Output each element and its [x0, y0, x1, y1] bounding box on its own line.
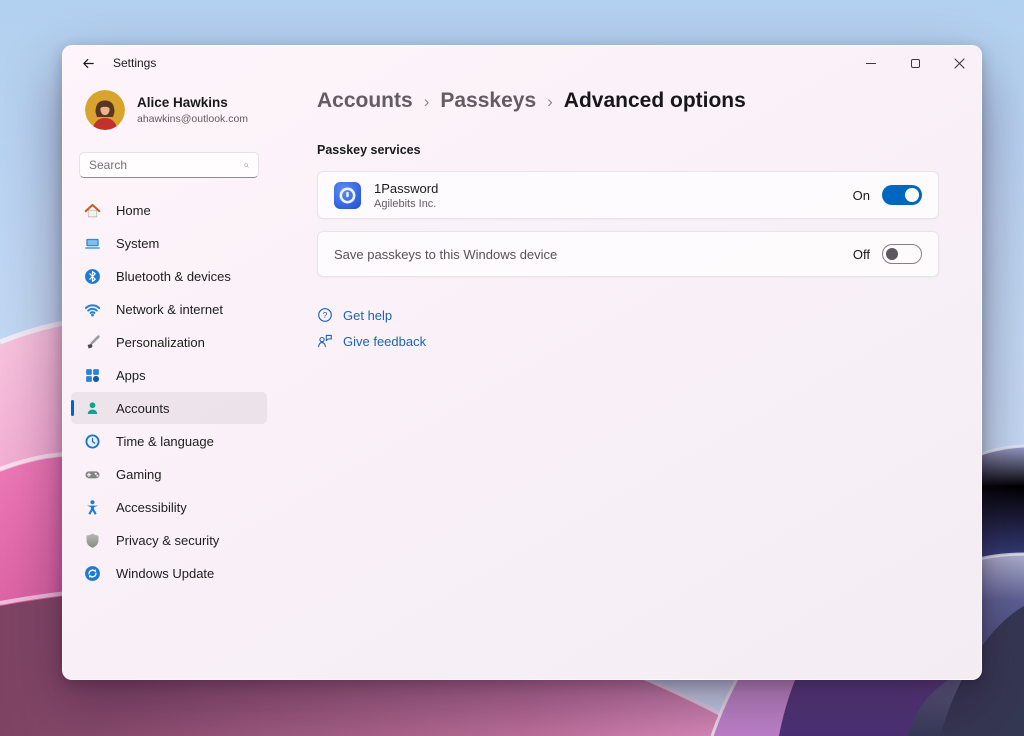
sidebar-item-apps[interactable]: Apps: [71, 359, 267, 391]
user-profile[interactable]: Alice Hawkins ahawkins@outlook.com: [85, 90, 248, 130]
search-input[interactable]: [89, 158, 244, 172]
provider-text: 1Password Agilebits Inc.: [374, 181, 438, 210]
sidebar-item-network-internet[interactable]: Network & internet: [71, 293, 267, 325]
help-icon: ?: [317, 307, 333, 323]
profile-email: ahawkins@outlook.com: [137, 113, 248, 125]
sidebar-item-home[interactable]: Home: [71, 194, 267, 226]
privacy-icon: [84, 532, 101, 549]
sidebar-item-label: Bluetooth & devices: [116, 269, 231, 284]
chevron-right-icon: ›: [547, 90, 553, 112]
apps-icon: [84, 367, 101, 384]
chevron-right-icon: ›: [424, 90, 430, 112]
sidebar-item-label: System: [116, 236, 159, 251]
sidebar-item-accessibility[interactable]: Accessibility: [71, 491, 267, 523]
get-help-label: Get help: [343, 308, 392, 323]
search-icon[interactable]: [244, 159, 249, 172]
toggle-knob: [905, 188, 919, 202]
time-language-icon: [84, 433, 101, 450]
main-content: Accounts › Passkeys › Advanced options P…: [317, 46, 939, 354]
breadcrumb-accounts[interactable]: Accounts: [317, 89, 413, 113]
close-button[interactable]: [937, 46, 981, 80]
save-toggle-state-label: Off: [853, 247, 870, 262]
provider-toggle-state-label: On: [853, 188, 870, 203]
personalization-icon: [84, 334, 101, 351]
avatar: [85, 90, 125, 130]
home-icon: [84, 202, 101, 219]
breadcrumb: Accounts › Passkeys › Advanced options: [317, 89, 939, 113]
network-icon: [84, 301, 101, 318]
give-feedback-label: Give feedback: [343, 334, 426, 349]
help-links: ? Get help Give feedback: [317, 302, 939, 354]
sidebar-item-label: Home: [116, 203, 151, 218]
close-icon: [954, 58, 965, 69]
get-help-link[interactable]: ? Get help: [317, 302, 939, 328]
sidebar-item-label: Apps: [116, 368, 146, 383]
save-passkeys-toggle[interactable]: [882, 244, 922, 264]
toggle-knob: [886, 248, 898, 260]
sidebar-item-privacy-security[interactable]: Privacy & security: [71, 524, 267, 556]
sidebar-item-label: Gaming: [116, 467, 162, 482]
search-box: [79, 152, 259, 178]
profile-text: Alice Hawkins ahawkins@outlook.com: [137, 95, 248, 125]
sidebar-item-windows-update[interactable]: Windows Update: [71, 557, 267, 589]
desktop: Settings: [0, 0, 1024, 736]
save-passkeys-row: Save passkeys to this Windows device Off: [317, 231, 939, 277]
sidebar-item-label: Accessibility: [116, 500, 187, 515]
provider-publisher: Agilebits Inc.: [374, 198, 438, 210]
breadcrumb-passkeys[interactable]: Passkeys: [440, 89, 536, 113]
back-arrow-icon: [81, 56, 96, 71]
section-label: Passkey services: [317, 143, 939, 157]
accounts-icon: [84, 400, 101, 417]
sidebar-item-time-language[interactable]: Time & language: [71, 425, 267, 457]
system-icon: [84, 235, 101, 252]
back-button[interactable]: [73, 51, 103, 75]
sidebar-item-label: Time & language: [116, 434, 214, 449]
sidebar-nav: Home System: [71, 194, 267, 590]
window-title: Settings: [113, 56, 156, 70]
passkey-provider-row: 1Password Agilebits Inc. On: [317, 171, 939, 219]
sidebar-item-label: Windows Update: [116, 566, 214, 581]
sidebar-item-gaming[interactable]: Gaming: [71, 458, 267, 490]
sidebar-item-bluetooth-devices[interactable]: Bluetooth & devices: [71, 260, 267, 292]
accessibility-icon: [84, 499, 101, 516]
1password-app-icon: [334, 182, 361, 209]
page-title: Advanced options: [564, 89, 746, 113]
sidebar-item-system[interactable]: System: [71, 227, 267, 259]
bluetooth-icon: [84, 268, 101, 285]
profile-name: Alice Hawkins: [137, 95, 248, 110]
sidebar-item-accounts[interactable]: Accounts: [71, 392, 267, 424]
provider-name: 1Password: [374, 181, 438, 196]
active-indicator: [71, 400, 74, 416]
feedback-icon: [317, 333, 333, 349]
give-feedback-link[interactable]: Give feedback: [317, 328, 939, 354]
sidebar-item-label: Personalization: [116, 335, 205, 350]
gaming-icon: [84, 466, 101, 483]
windows-update-icon: [84, 565, 101, 582]
sidebar-item-label: Accounts: [116, 401, 169, 416]
save-passkeys-label: Save passkeys to this Windows device: [334, 247, 557, 262]
svg-text:?: ?: [323, 310, 328, 320]
sidebar-item-label: Network & internet: [116, 302, 223, 317]
sidebar-item-label: Privacy & security: [116, 533, 219, 548]
settings-window: Settings: [62, 45, 982, 680]
provider-toggle[interactable]: [882, 185, 922, 205]
sidebar-item-personalization[interactable]: Personalization: [71, 326, 267, 358]
